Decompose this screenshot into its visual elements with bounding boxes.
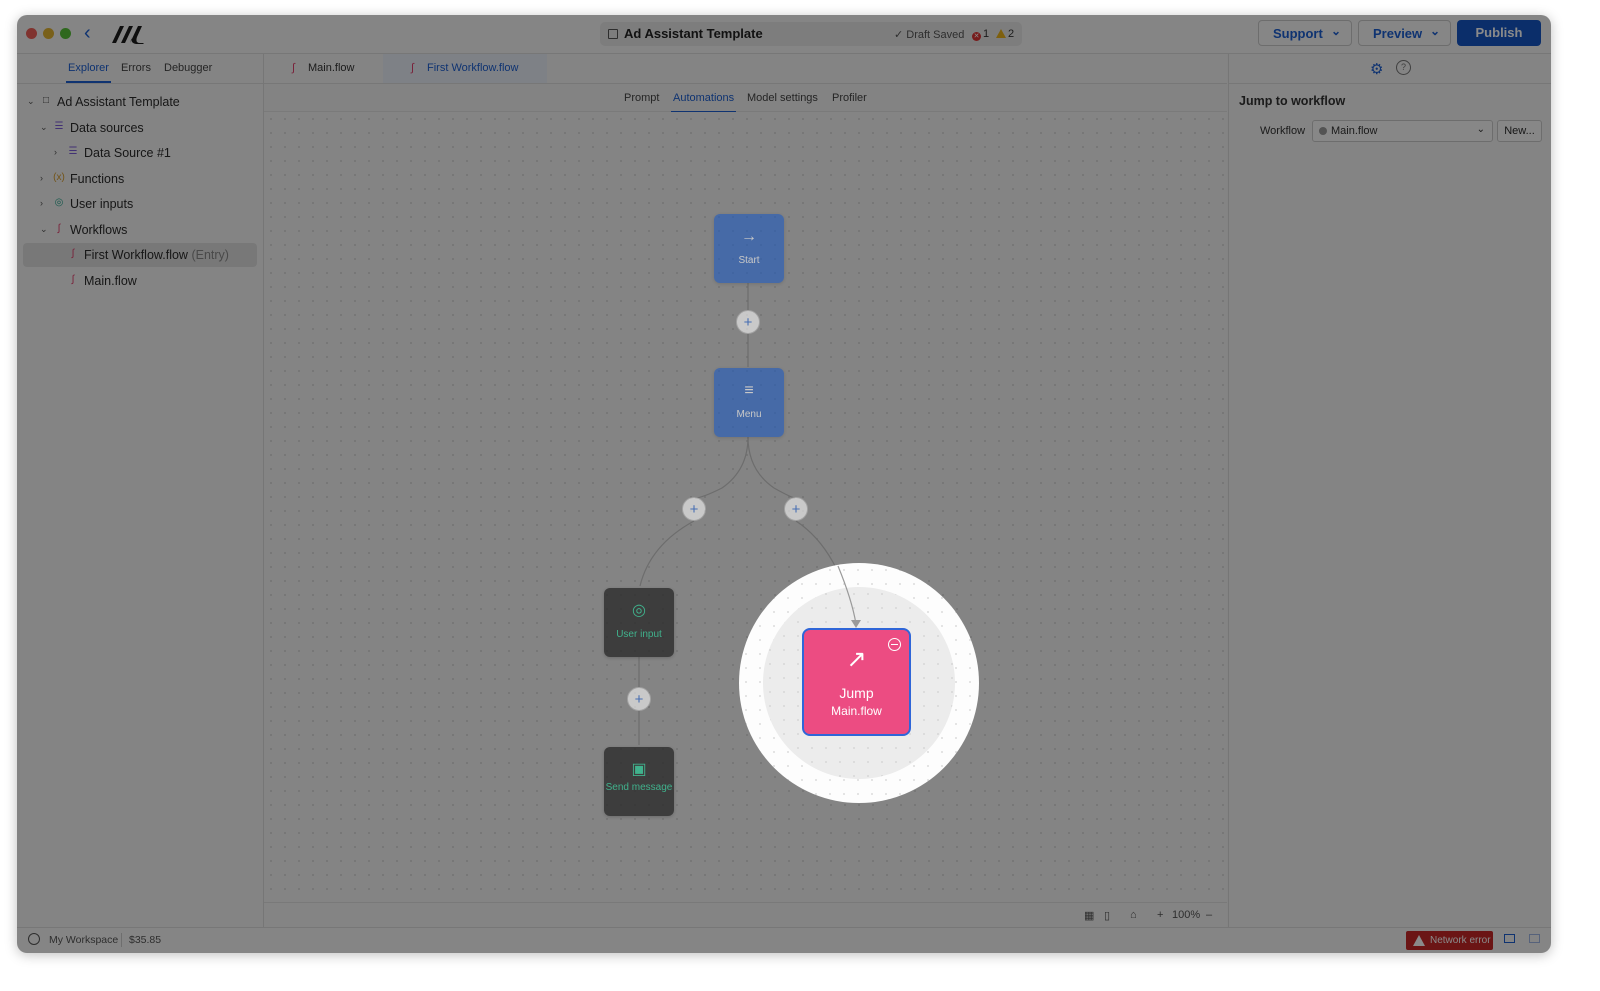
arrow-right-icon: →	[741, 228, 757, 245]
start-node[interactable]: → Start	[714, 214, 784, 283]
add-step-button[interactable]: +	[736, 310, 760, 334]
node-target: Main.flow	[831, 704, 882, 718]
node-label: Send message	[605, 782, 673, 793]
menu-node[interactable]: ≡ Menu	[714, 368, 784, 437]
add-step-button[interactable]: +	[784, 497, 808, 521]
menu-icon: ≡	[744, 382, 754, 399]
add-step-button[interactable]: +	[682, 497, 706, 521]
node-label: User input	[616, 629, 662, 640]
node-label: Start	[738, 255, 760, 266]
message-icon: ▣	[631, 761, 647, 778]
user-input-node[interactable]: ◎ User input	[604, 588, 674, 657]
add-step-button[interactable]: +	[627, 687, 651, 711]
arrow-up-right-icon: ↗	[846, 646, 867, 673]
user-input-icon: ◎	[632, 602, 646, 619]
app-window: ‹ Ad Assistant Template ✓ Draft Saved ✕ 1…	[17, 15, 1551, 953]
node-label: Menu	[736, 409, 762, 420]
send-message-node[interactable]: ▣ Send message	[604, 747, 674, 816]
node-title: Jump	[839, 685, 874, 701]
jump-node[interactable]: ↗ Jump Main.flow	[802, 628, 911, 736]
spotlight-dim	[17, 15, 1551, 953]
